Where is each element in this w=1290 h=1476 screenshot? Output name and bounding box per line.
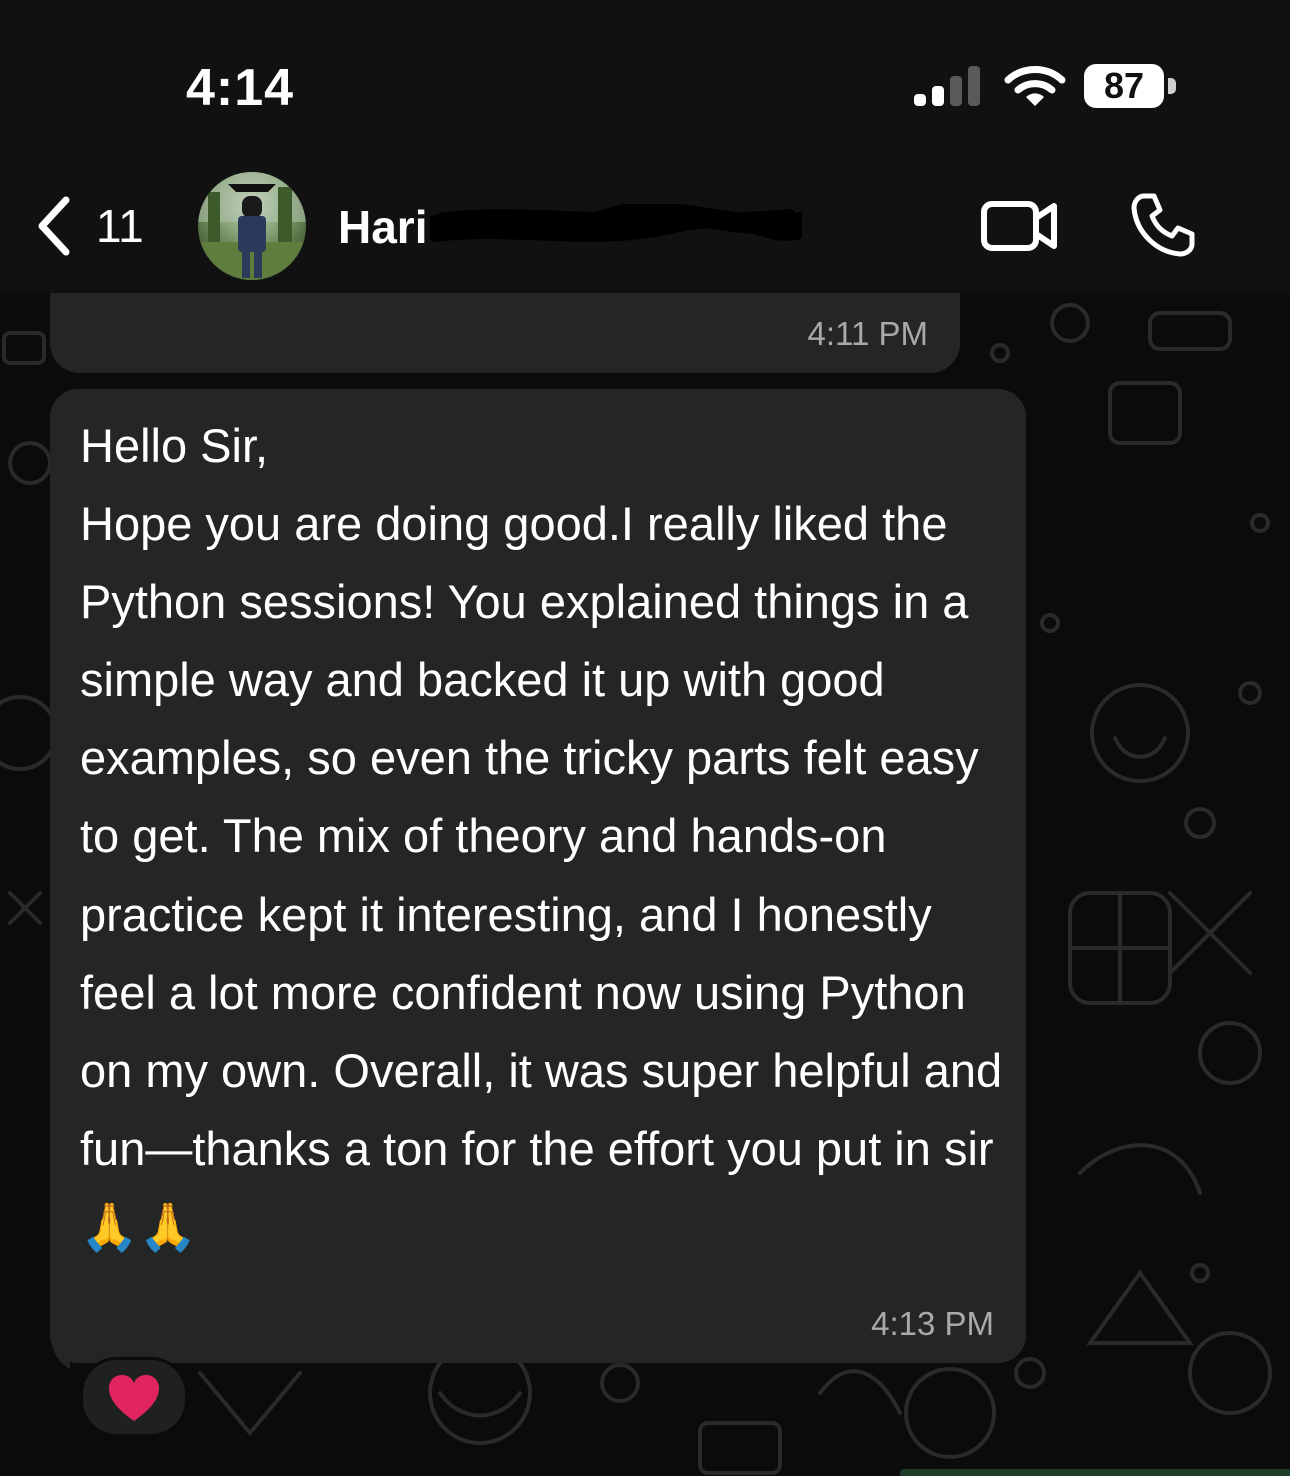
chevron-left-icon [38, 196, 70, 256]
back-button[interactable]: 11 [36, 196, 144, 256]
status-bar: 4:14 87 [0, 0, 1290, 160]
heart-icon [109, 1375, 159, 1421]
redaction-scribble [430, 204, 802, 242]
composer-edge [900, 1469, 1290, 1476]
avatar[interactable] [198, 172, 306, 280]
chat-area[interactable]: 4:11 PM Hello Sir, Hope you are doing go… [0, 293, 1290, 1476]
message-timestamp: 4:11 PM [807, 315, 928, 352]
video-camera-icon[interactable] [980, 196, 1060, 256]
phone-icon[interactable] [1130, 192, 1196, 258]
avatar-photo [198, 172, 306, 280]
battery-tip [1168, 78, 1176, 94]
chat-header: 11 Hari [0, 160, 1290, 293]
contact-name[interactable]: Hari [338, 200, 427, 254]
message-text: Hello Sir, Hope you are doing good.I rea… [80, 419, 1003, 1253]
signal-bars-icon [914, 66, 980, 106]
battery-indicator: 87 [1084, 64, 1180, 110]
message-bubble[interactable]: Hello Sir, Hope you are doing good.I rea… [50, 389, 1026, 1363]
battery-level: 87 [1103, 65, 1145, 106]
message-timestamp: 4:13 PM [871, 1305, 994, 1342]
previous-message-bubble[interactable]: 4:11 PM [50, 293, 960, 373]
reaction-badge[interactable] [80, 1357, 188, 1437]
wifi-icon [1004, 66, 1066, 106]
unread-count: 11 [96, 200, 144, 252]
status-time: 4:14 [186, 59, 295, 117]
